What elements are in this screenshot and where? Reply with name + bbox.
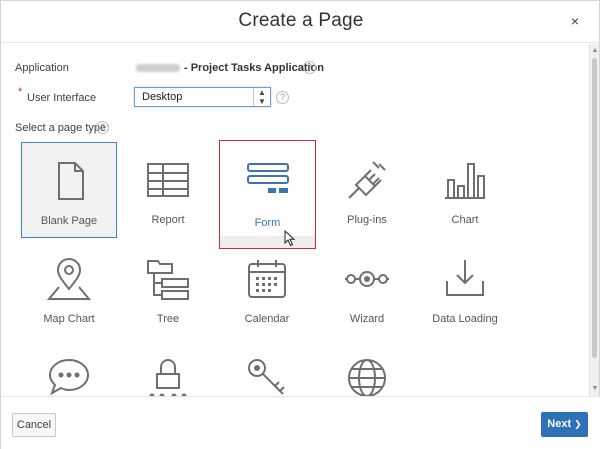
next-label: Next: [547, 418, 572, 430]
plugin-icon: [348, 161, 386, 199]
download-icon: [446, 260, 484, 296]
tile-form[interactable]: Form: [219, 140, 316, 249]
tile-map-chart[interactable]: Map Chart: [21, 241, 117, 337]
tile-label: Calendar: [244, 313, 290, 325]
tile-label: Tree: [156, 313, 180, 325]
tile-blank-page[interactable]: Blank Page: [21, 142, 117, 238]
tile-label: Data Loading: [432, 313, 498, 325]
page-type-help-icon[interactable]: ?: [96, 121, 109, 134]
user-interface-value: Desktop: [142, 91, 183, 103]
scroll-up-icon[interactable]: ▲: [591, 47, 599, 55]
tile-wizard[interactable]: Wizard: [319, 241, 415, 337]
form-icon: [247, 163, 289, 193]
tile-access-control[interactable]: [219, 340, 315, 396]
tile-chart[interactable]: Chart: [417, 142, 513, 238]
tile-label: Plug-ins: [347, 214, 387, 226]
cancel-button[interactable]: Cancel: [12, 413, 56, 437]
tile-report[interactable]: Report: [120, 142, 216, 238]
tile-data-loading[interactable]: Data Loading: [417, 241, 513, 337]
required-marker: *: [18, 86, 23, 98]
lock-icon: [149, 359, 187, 396]
create-page-dialog: Create a Page × Application - Project Ta…: [0, 0, 600, 449]
next-button[interactable]: Next ❯: [541, 412, 588, 437]
close-icon[interactable]: ×: [567, 13, 583, 29]
map-pin-icon: [47, 258, 91, 300]
mouse-cursor-icon: [284, 230, 296, 247]
chart-icon: [445, 163, 485, 199]
dialog-footer: Cancel Next ❯: [1, 396, 600, 449]
blank-page-icon: [58, 162, 84, 200]
scroll-thumb[interactable]: [592, 58, 597, 358]
chevron-right-icon: ❯: [574, 419, 582, 429]
tile-chat[interactable]: [21, 340, 117, 396]
scroll-down-icon[interactable]: ▼: [591, 385, 599, 393]
tree-icon: [147, 260, 189, 300]
tile-login[interactable]: [120, 340, 216, 396]
tile-label: Map Chart: [43, 313, 95, 325]
globe-icon: [348, 359, 386, 396]
wizard-icon: [345, 271, 389, 287]
dialog-header: Create a Page ×: [1, 1, 600, 43]
key-icon: [248, 359, 285, 395]
tile-plug-ins[interactable]: Plug-ins: [319, 142, 415, 238]
select-chevron-icon: ▲ ▼: [253, 88, 270, 106]
tile-label: Report: [151, 214, 185, 226]
user-interface-help-icon[interactable]: ?: [276, 91, 289, 104]
dialog-title: Create a Page: [238, 10, 364, 31]
report-icon: [147, 163, 189, 197]
application-name: - Project Tasks Application: [136, 62, 324, 74]
tile-label: Chart: [451, 214, 479, 226]
user-interface-label: User Interface: [27, 92, 97, 104]
body-scrollbar[interactable]: ▲ ▼: [589, 44, 599, 396]
dialog-body: Application - Project Tasks Application …: [1, 44, 591, 396]
tile-globe[interactable]: [319, 340, 415, 396]
tile-label: Wizard: [349, 313, 385, 325]
redacted-app-id: [136, 64, 180, 73]
user-interface-select[interactable]: Desktop ▲ ▼: [134, 87, 271, 107]
calendar-icon: [248, 260, 286, 298]
tile-label: Blank Page: [40, 215, 98, 227]
application-label: Application: [15, 62, 69, 74]
tile-label: Form: [254, 217, 281, 229]
chat-bubble-icon: [48, 358, 90, 396]
application-help-icon[interactable]: ?: [303, 61, 316, 74]
tile-calendar[interactable]: Calendar: [219, 241, 315, 337]
tile-tree[interactable]: Tree: [120, 241, 216, 337]
